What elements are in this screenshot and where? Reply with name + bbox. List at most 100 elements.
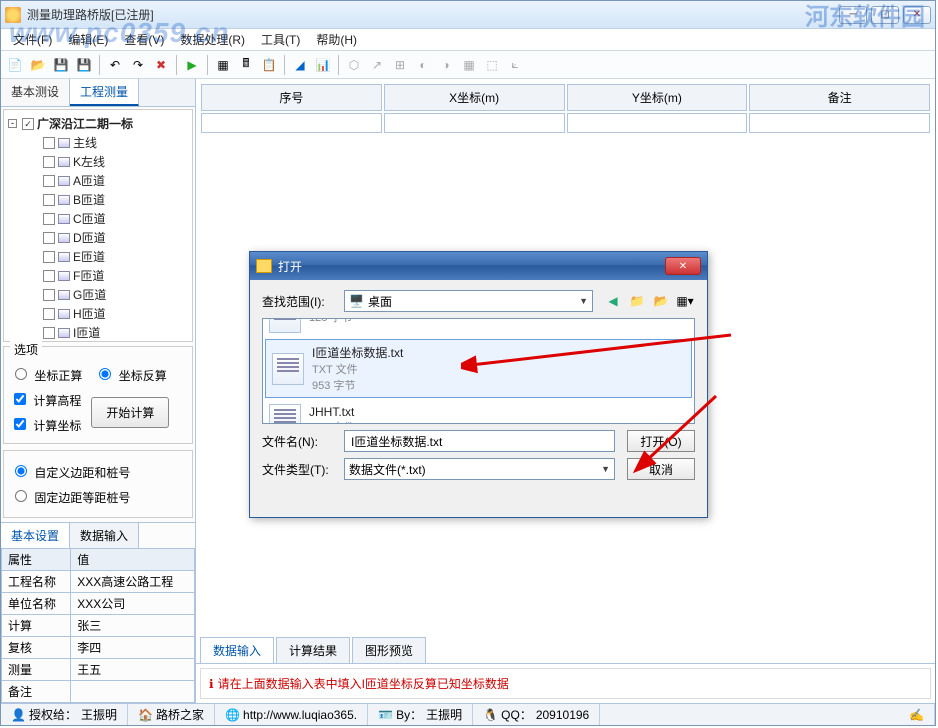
tree-item[interactable]: 主线 [8,133,188,152]
filename-input[interactable] [344,430,615,452]
tree-check[interactable] [22,118,34,130]
tree-item[interactable]: A匝道 [8,171,188,190]
tb-cancel-icon[interactable]: ✖ [151,55,171,75]
menu-file[interactable]: 文件(F) [5,29,60,50]
tree-check[interactable] [43,232,55,244]
project-tree[interactable]: - 广深沿江二期一标 主线K左线A匝道B匝道C匝道D匝道E匝道F匝道G匝道H匝道… [3,109,193,342]
tree-check[interactable] [43,308,55,320]
tree-item[interactable]: D匝道 [8,228,188,247]
radio-fixed-margin[interactable]: 固定边距等距桩号 [10,487,130,506]
minimize-button[interactable]: ─ [839,6,867,24]
prop-row[interactable]: 计算张三 [2,615,195,637]
coord-table[interactable]: 序号 X坐标(m) Y坐标(m) 备注 [199,82,932,135]
tb-g7-icon[interactable]: ⬚ [482,55,502,75]
main-window: 测量助理路桥版[已注册] ─ ▢ ✕ www.pc0359.cn 河东软件园 文… [0,0,936,726]
scope-combo[interactable]: 🖥️ 桌面 ▼ [344,290,593,312]
tab-data-input[interactable]: 数据输入 [70,523,139,548]
menu-tools[interactable]: 工具(T) [253,29,308,50]
maximize-button[interactable]: ▢ [871,6,899,24]
expander-icon[interactable]: - [8,119,17,128]
folder-icon [256,259,272,273]
chk-coord[interactable]: 计算坐标 [10,415,81,434]
prop-row[interactable]: 测量王五 [2,659,195,681]
rb-tab-preview[interactable]: 图形预览 [352,637,426,663]
tree-check[interactable] [43,137,55,149]
tree-item[interactable]: K左线 [8,152,188,171]
tb-new-icon[interactable]: 📄 [5,55,25,75]
close-button[interactable]: ✕ [903,6,931,24]
start-calc-button[interactable]: 开始计算 [91,397,169,428]
tree-root-1[interactable]: - 广深沿江二期一标 [8,114,188,133]
menu-view[interactable]: 查看(V) [116,29,172,50]
tb-g2-icon[interactable]: ↗ [367,55,387,75]
filetype-combo[interactable]: 数据文件(*.txt) ▼ [344,458,615,480]
tb-doc-icon[interactable]: 📋 [259,55,279,75]
tree-check[interactable] [43,289,55,301]
prop-hdr-attr: 属性 [2,549,71,571]
radio-forward[interactable]: 坐标正算 [10,365,82,384]
tab-basic-settings[interactable]: 基本设置 [1,523,70,548]
tree-check[interactable] [43,270,55,282]
tab-engineering-survey[interactable]: 工程测量 [70,79,139,106]
tb-calc-icon[interactable]: 🖩 [236,55,256,75]
file-item[interactable]: 128 字节 [263,318,694,337]
user-icon: 👤 [11,708,25,722]
radio-custom-margin[interactable]: 自定义边距和桩号 [10,462,130,481]
dialog-titlebar[interactable]: 打开 ✕ [250,252,707,280]
tb-redo-icon[interactable]: ↷ [128,55,148,75]
tree-check[interactable] [43,251,55,263]
tree-check[interactable] [43,194,55,206]
tb-g6-icon[interactable]: ▦ [459,55,479,75]
tb-run-icon[interactable]: ▶ [182,55,202,75]
newfolder-icon[interactable]: 📂 [651,291,671,311]
sb-url[interactable]: http://www.luqiao365. [243,708,357,722]
tb-open-icon[interactable]: 📂 [28,55,48,75]
menu-data[interactable]: 数据处理(R) [172,29,253,50]
tb-g3-icon[interactable]: ⊞ [390,55,410,75]
tree-item[interactable]: G匝道 [8,285,188,304]
radio-inverse[interactable]: 坐标反算 [94,365,166,384]
tb-g1-icon[interactable]: ⬡ [344,55,364,75]
prop-row[interactable]: 备注 [2,681,195,703]
tb-g4-icon[interactable]: ◐ [413,55,433,75]
back-icon[interactable]: ◀ [603,291,623,311]
rb-tab-input[interactable]: 数据输入 [200,637,274,663]
prop-row[interactable]: 复核李四 [2,637,195,659]
sub-options-panel: 自定义边距和桩号 固定边距等距桩号 [3,450,193,518]
tree-check[interactable] [43,175,55,187]
up-icon[interactable]: 📁 [627,291,647,311]
file-item[interactable]: JHHT.txt TXT 文件 [263,400,694,424]
open-button[interactable]: 打开(O) [627,430,695,452]
menu-help[interactable]: 帮助(H) [308,29,365,50]
menu-edit[interactable]: 编辑(E) [60,29,116,50]
tb-saveall-icon[interactable]: 💾 [74,55,94,75]
tb-table-icon[interactable]: ▦ [213,55,233,75]
chevron-down-icon: ▼ [579,296,588,306]
file-list[interactable]: 128 字节 I匝道坐标数据.txt TXT 文件 953 字节 JHHT.tx… [262,318,695,424]
tree-item[interactable]: E匝道 [8,247,188,266]
tree-item[interactable]: B匝道 [8,190,188,209]
rb-tab-result[interactable]: 计算结果 [276,637,350,663]
tab-basic-survey[interactable]: 基本测设 [1,79,70,106]
tb-chart-icon[interactable]: 📊 [313,55,333,75]
prop-row[interactable]: 单位名称XXX公司 [2,593,195,615]
tree-check[interactable] [43,327,55,339]
tree-item[interactable]: I匝道 [8,323,188,342]
tb-g5-icon[interactable]: ◑ [436,55,456,75]
view-icon[interactable]: ▦▾ [675,291,695,311]
chk-elevation[interactable]: 计算高程 [10,390,81,409]
tree-check[interactable] [43,213,55,225]
prop-row[interactable]: 工程名称XXX高速公路工程 [2,571,195,593]
tree-item[interactable]: F匝道 [8,266,188,285]
tb-g8-icon[interactable]: ⟀ [505,55,525,75]
dialog-close-button[interactable]: ✕ [665,257,701,275]
tb-flag-icon[interactable]: ◢ [290,55,310,75]
file-item-selected[interactable]: I匝道坐标数据.txt TXT 文件 953 字节 [265,339,692,398]
sb-home[interactable]: 路桥之家 [156,706,204,723]
cancel-button[interactable]: 取消 [627,458,695,480]
tb-undo-icon[interactable]: ↶ [105,55,125,75]
tree-item[interactable]: C匝道 [8,209,188,228]
tb-save-icon[interactable]: 💾 [51,55,71,75]
tree-item[interactable]: H匝道 [8,304,188,323]
tree-check[interactable] [43,156,55,168]
